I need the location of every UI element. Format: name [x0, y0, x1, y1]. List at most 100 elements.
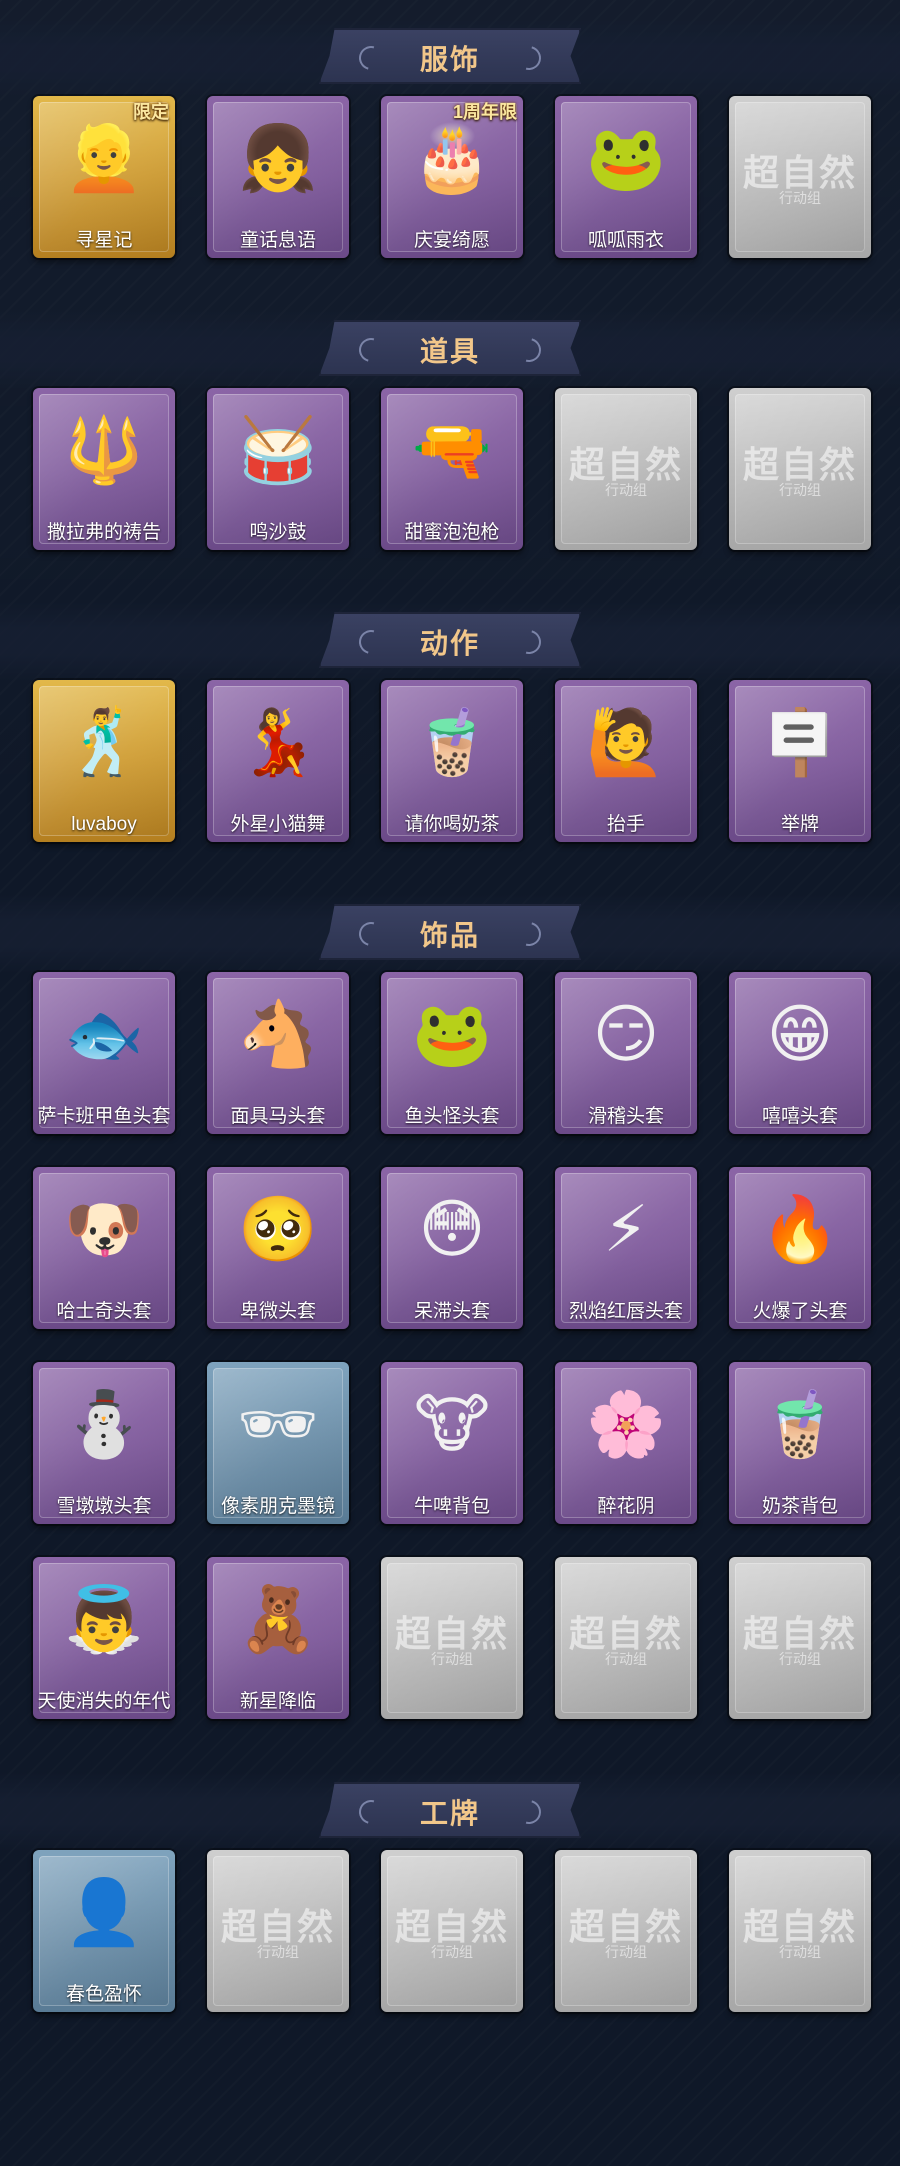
section-title: 服饰 — [419, 43, 480, 76]
section-title: 饰品 — [419, 919, 480, 952]
character-portrait-icon: 🎂 — [412, 122, 492, 196]
pose-icon: 💃 — [238, 706, 318, 780]
section-2: 道具 🔱 撒拉弗的祷告 🥁 鸣沙鼓 🔫 甜蜜泡泡枪 超自然 行动组 超自然 行动组 — [0, 292, 900, 584]
locked-item-card[interactable]: 超自然 行动组 — [729, 1557, 871, 1719]
item-grid: 👤 春色盈怀 超自然 行动组 超自然 行动组 超自然 行动组 超自然 行动组 — [0, 1850, 900, 2012]
item-grid: 🐟 萨卡班甲鱼头套 🐴 面具马头套 🐸 鱼头怪头套 😏 滑稽头套 😁 嘻嘻头套 🐶 哈士奇头套 🥺 卑微头… — [0, 972, 900, 1719]
item-label: 童话息语 — [239, 230, 316, 251]
placeholder-watermark-sub: 行动组 — [779, 1944, 821, 1960]
cow-backpack-icon: 🐮 — [414, 1388, 490, 1462]
item-label: 庆宴绮愿 — [413, 230, 490, 251]
item-grid: 👱 寻星记 限定 👧 童话息语 🎂 庆宴绮愿 1周年限 🐸 呱呱雨衣 超自然 行动组 — [0, 96, 900, 258]
item-card[interactable]: 🐟 萨卡班甲鱼头套 — [33, 972, 175, 1134]
locked-item-card[interactable]: 超自然 行动组 — [729, 1850, 871, 2012]
item-card[interactable]: 😏 滑稽头套 — [555, 972, 697, 1134]
placeholder-watermark-sub: 行动组 — [779, 482, 821, 498]
item-label: 滑稽头套 — [587, 1106, 664, 1127]
item-card[interactable]: 🔱 撒拉弗的祷告 — [33, 388, 175, 550]
section-title-banner: 动作 — [319, 612, 581, 668]
item-label: 请你喝奶茶 — [404, 814, 500, 835]
item-label: 新星降临 — [239, 1691, 316, 1712]
item-card[interactable]: 👱 寻星记 限定 — [33, 96, 175, 258]
pose-icon: 🧋 — [412, 706, 492, 780]
item-label: 嘻嘻头套 — [761, 1106, 838, 1127]
item-label: 鱼头怪头套 — [404, 1106, 500, 1127]
item-card[interactable]: 🥁 鸣沙鼓 — [207, 388, 349, 550]
item-card[interactable]: 🌸 醉花阴 — [555, 1362, 697, 1524]
item-card[interactable]: 🧋 奶茶背包 — [729, 1362, 871, 1524]
item-card[interactable]: 🔥 火爆了头套 — [729, 1167, 871, 1329]
item-card[interactable]: ⚡ 烈焰红唇头套 — [555, 1167, 697, 1329]
placeholder-watermark-sub: 行动组 — [605, 1651, 647, 1667]
item-label: 呆滞头套 — [413, 1301, 490, 1322]
section-4: 饰品 🐟 萨卡班甲鱼头套 🐴 面具马头套 🐸 鱼头怪头套 😏 滑稽头套 😁 嘻嘻头套 🐶 哈士奇头套 🥺 卑… — [0, 876, 900, 1754]
section-title-banner: 饰品 — [319, 904, 581, 960]
item-label: 烈焰红唇头套 — [568, 1301, 683, 1322]
locked-item-card[interactable]: 超自然 行动组 — [555, 1850, 697, 2012]
locked-item-card[interactable]: 超自然 行动组 — [381, 1850, 523, 2012]
flower-ornament-icon: 🌸 — [586, 1388, 666, 1462]
item-label: luvaboy — [71, 814, 137, 835]
drum-icon: 🥁 — [238, 414, 318, 488]
item-card[interactable]: 😁 嘻嘻头套 — [729, 972, 871, 1134]
item-card[interactable]: 🐮 牛啤背包 — [381, 1362, 523, 1524]
item-label: 撒拉弗的祷告 — [46, 522, 161, 543]
item-card[interactable]: 👤 春色盈怀 — [33, 1850, 175, 2012]
section-title: 动作 — [419, 627, 480, 660]
placeholder-watermark-sub: 行动组 — [605, 1944, 647, 1960]
horse-head-icon: 🐴 — [238, 998, 318, 1072]
item-card[interactable]: 🕺 luvaboy — [33, 680, 175, 842]
section-title: 道具 — [419, 335, 480, 368]
locked-item-card[interactable]: 超自然 行动组 — [729, 96, 871, 258]
pose-icon: 🙋 — [586, 706, 666, 780]
item-card[interactable]: 🧋 请你喝奶茶 — [381, 680, 523, 842]
item-card[interactable]: 🐸 鱼头怪头套 — [381, 972, 523, 1134]
item-label: 春色盈怀 — [65, 1984, 142, 2005]
item-card[interactable]: 🧸 新星降临 — [207, 1557, 349, 1719]
item-card[interactable]: 🥺 卑微头套 — [207, 1167, 349, 1329]
section-title-banner: 道具 — [319, 320, 581, 376]
item-card[interactable]: 😳 呆滞头套 — [381, 1167, 523, 1329]
item-label: 抬手 — [606, 814, 645, 835]
item-grid: 🕺 luvaboy 💃 外星小猫舞 🧋 请你喝奶茶 🙋 抬手 🪧 举牌 — [0, 680, 900, 842]
item-label: 甜蜜泡泡枪 — [404, 522, 500, 543]
item-card[interactable]: 🔫 甜蜜泡泡枪 — [381, 388, 523, 550]
sign-icon: 🪧 — [760, 706, 840, 780]
item-label: 哈士奇头套 — [56, 1301, 152, 1322]
item-label: 外星小猫舞 — [230, 814, 326, 835]
limited-tag-badge: 限定 — [133, 102, 169, 122]
item-card[interactable]: ⛄ 雪墩墩头套 — [33, 1362, 175, 1524]
item-card[interactable]: 👧 童话息语 — [207, 96, 349, 258]
item-card[interactable]: 👼 天使消失的年代 — [33, 1557, 175, 1719]
pixel-sunglasses-icon: 🕶 — [237, 1388, 319, 1462]
emoji-face-icon: 😳 — [418, 1193, 486, 1267]
item-card[interactable]: 🐴 面具马头套 — [207, 972, 349, 1134]
placeholder-watermark-sub: 行动组 — [431, 1944, 473, 1960]
locked-item-card[interactable]: 超自然 行动组 — [729, 388, 871, 550]
item-label: 鸣沙鼓 — [249, 522, 307, 543]
item-card[interactable]: 🐶 哈士奇头套 — [33, 1167, 175, 1329]
dog-head-icon: 🐶 — [64, 1193, 144, 1267]
section-title-banner: 服饰 — [319, 28, 581, 84]
locked-item-card[interactable]: 超自然 行动组 — [555, 1557, 697, 1719]
placeholder-watermark-sub: 行动组 — [779, 190, 821, 206]
limited-tag-badge: 1周年限 — [452, 102, 517, 122]
item-card[interactable]: 💃 外星小猫舞 — [207, 680, 349, 842]
item-label: 萨卡班甲鱼头套 — [37, 1106, 171, 1127]
item-label: 呱呱雨衣 — [587, 230, 664, 251]
section-3: 动作 🕺 luvaboy 💃 外星小猫舞 🧋 请你喝奶茶 🙋 抬手 🪧 举牌 — [0, 584, 900, 876]
item-card[interactable]: 🪧 举牌 — [729, 680, 871, 842]
item-card[interactable]: 🙋 抬手 — [555, 680, 697, 842]
item-card[interactable]: 🎂 庆宴绮愿 1周年限 — [381, 96, 523, 258]
item-card[interactable]: 🕶 像素朋克墨镜 — [207, 1362, 349, 1524]
keychain-icon: 🧸 — [238, 1583, 318, 1657]
locked-item-card[interactable]: 超自然 行动组 — [207, 1850, 349, 2012]
locked-item-card[interactable]: 超自然 行动组 — [555, 388, 697, 550]
angel-icon: 👼 — [64, 1583, 144, 1657]
section-title: 工牌 — [419, 1797, 480, 1830]
locked-item-card[interactable]: 超自然 行动组 — [381, 1557, 523, 1719]
bubble-gun-icon: 🔫 — [412, 414, 492, 488]
section-1: 服饰 👱 寻星记 限定 👧 童话息语 🎂 庆宴绮愿 1周年限 🐸 呱呱雨衣 超自然 行动组 — [0, 0, 900, 292]
item-card[interactable]: 🐸 呱呱雨衣 — [555, 96, 697, 258]
placeholder-watermark-sub: 行动组 — [257, 1944, 299, 1960]
